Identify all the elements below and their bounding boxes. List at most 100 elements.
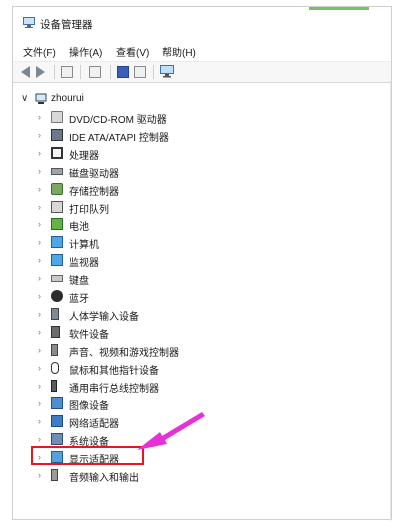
tree-item[interactable]: › 通用串行总线控制器 [13,378,391,395]
tree-root-label: zhourui [51,93,84,104]
tree-item[interactable]: › 磁盘驱动器 [13,163,391,180]
tree-item[interactable]: › DVD/CD-ROM 驱动器 [13,109,391,126]
tree-item-label: 计算机 [69,240,99,252]
camera-icon [51,397,63,410]
toolbar-separator [110,65,111,79]
tree-item[interactable]: › 音频输入和输出 [13,467,391,484]
device-view-icon[interactable] [134,66,146,78]
tree-item[interactable]: › 存储控制器 [13,181,391,198]
chevron-right-icon[interactable]: › [38,345,41,355]
back-arrow-icon[interactable] [21,66,30,78]
menu-help[interactable]: 帮助(H) [162,44,196,59]
tree-item-label: 软件设备 [69,329,109,341]
menu-file[interactable]: 文件(F) [23,44,56,59]
chevron-right-icon[interactable]: › [38,148,41,158]
software-device-icon [51,325,60,338]
chevron-right-icon[interactable]: › [38,291,41,301]
menu-bar: 文件(F) 操作(A) 查看(V) 帮助(H) [13,41,391,59]
chevron-right-icon[interactable]: › [38,130,41,140]
chevron-right-icon[interactable]: › [38,416,41,426]
help-icon[interactable] [117,66,129,78]
tree-item-label: 磁盘驱动器 [69,168,119,180]
chevron-right-icon[interactable]: › [38,112,41,122]
printer-icon [51,200,63,213]
tree-item-label: 图像设备 [69,401,109,413]
chevron-right-icon[interactable]: › [38,202,41,212]
tree-item[interactable]: › 声音、视频和游戏控制器 [13,342,391,359]
toolbar [13,61,391,83]
tree-item-label: 处理器 [69,150,99,162]
chevron-right-icon[interactable]: › [38,273,41,283]
tree-item-label: 人体学输入设备 [69,311,139,323]
chevron-down-icon[interactable]: ∨ [21,94,28,104]
system-device-icon [51,433,63,446]
tree-item[interactable]: › 人体学输入设备 [13,306,391,323]
tree-item[interactable]: › 蓝牙 [13,288,391,305]
tree-item-label: 打印队列 [69,204,109,216]
chevron-right-icon[interactable]: › [38,184,41,194]
tree-item-label: 音频输入和输出 [69,473,139,484]
tree-item[interactable]: › 图像设备 [13,395,391,412]
chevron-right-icon[interactable]: › [38,327,41,337]
storage-controller-icon [51,182,63,195]
tree-item-label: DVD/CD-ROM 驱动器 [69,115,167,126]
forward-arrow-icon[interactable] [36,66,45,78]
tree-item-label: 蓝牙 [69,294,89,305]
tree-item-label: 声音、视频和游戏控制器 [69,347,179,359]
chevron-right-icon[interactable]: › [38,255,41,265]
chevron-right-icon[interactable]: › [38,363,41,373]
title-accent-bar [309,7,369,10]
tree-root[interactable]: ∨ zhourui [13,91,391,108]
tree-item[interactable]: › 软件设备 [13,324,391,341]
speaker-icon [51,343,58,356]
monitor-icon [51,254,63,267]
tree-item[interactable]: › 计算机 [13,234,391,251]
monitor-icon[interactable] [160,65,174,78]
keyboard-icon [51,275,63,283]
toolbar-separator [153,65,154,79]
audio-io-icon [51,469,58,481]
tree-item[interactable]: › 监视器 [13,252,391,269]
tree-item-label: 电池 [69,222,89,234]
tree-item[interactable]: › 电池 [13,216,391,233]
tree-item-label: IDE ATA/ATAPI 控制器 [69,132,169,144]
tree-item[interactable]: › 处理器 [13,145,391,162]
toolbar-separator [80,65,81,79]
update-driver-icon[interactable] [89,66,101,78]
window-title: 设备管理器 [40,19,93,31]
chevron-right-icon[interactable]: › [38,166,41,176]
computer-monitor-icon [51,236,63,249]
menu-action[interactable]: 操作(A) [69,44,102,59]
chevron-right-icon[interactable]: › [38,219,41,229]
chevron-right-icon[interactable]: › [38,398,41,408]
tree-item[interactable]: › 键盘 [13,270,391,287]
chevron-right-icon[interactable]: › [38,381,41,391]
tree-item-label: 监视器 [69,258,99,270]
chevron-right-icon[interactable]: › [38,309,41,319]
tree-item-label: 存储控制器 [69,186,119,198]
properties-icon[interactable] [61,66,73,78]
tree-item-label: 通用串行总线控制器 [69,383,159,395]
disk-drive-icon [51,167,63,175]
tree-item-label: 鼠标和其他指针设备 [69,365,159,377]
processor-icon [51,146,63,159]
bluetooth-icon [51,290,63,302]
toolbar-separator [54,65,55,79]
tree-item-label: 键盘 [69,276,89,288]
chevron-right-icon[interactable]: › [38,237,41,247]
device-manager-window: 设备管理器 文件(F) 操作(A) 查看(V) 帮助(H) ∨ zhourui … [12,6,392,521]
tree-item[interactable]: › 网络适配器 [13,413,391,430]
title-bar: 设备管理器 [13,7,391,37]
chevron-right-icon[interactable]: › [38,434,41,444]
battery-icon [51,218,63,231]
menu-view[interactable]: 查看(V) [116,44,149,59]
tree-item[interactable]: › 打印队列 [13,199,391,216]
tree-item[interactable]: › IDE ATA/ATAPI 控制器 [13,127,391,144]
tree-item[interactable]: › 鼠标和其他指针设备 [13,360,391,377]
mouse-icon [51,361,59,374]
network-adapter-icon [51,415,63,428]
chevron-right-icon[interactable]: › [38,470,41,480]
device-manager-icon [23,17,35,28]
hid-icon [51,307,59,320]
usb-icon [51,379,57,392]
